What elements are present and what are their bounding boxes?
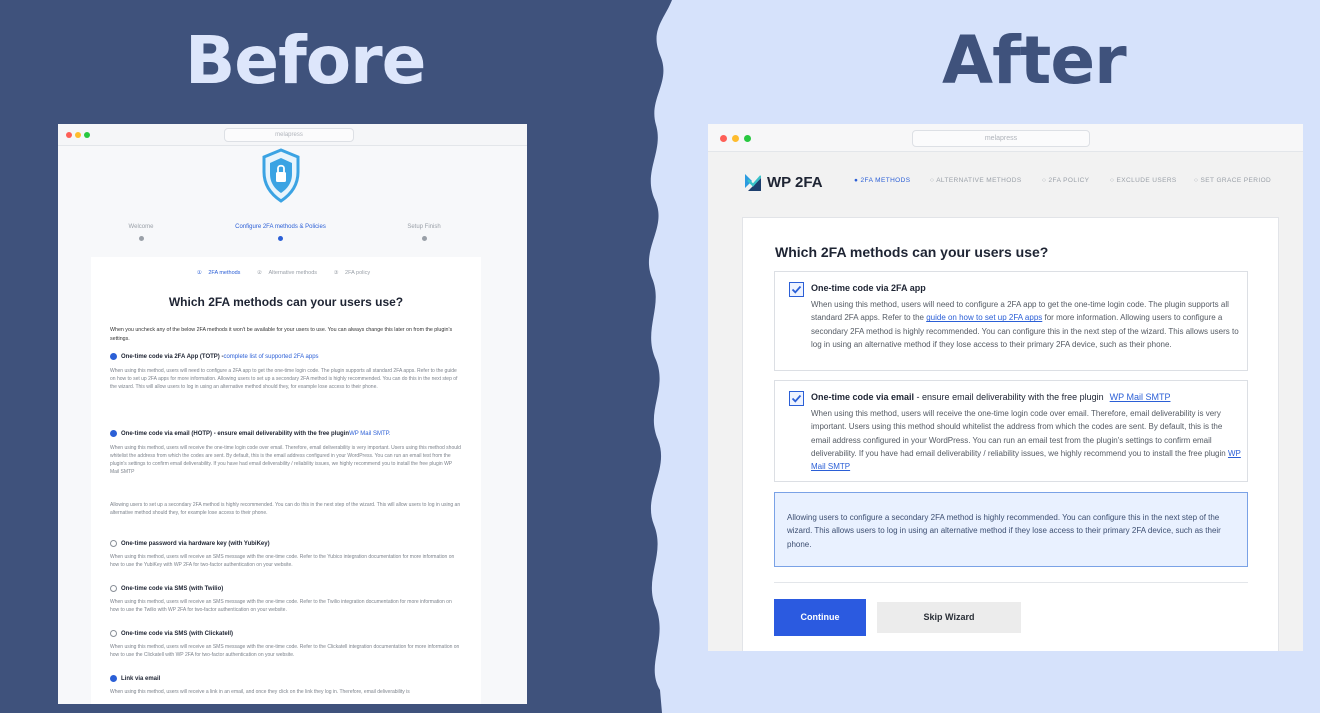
step-dot	[138, 236, 144, 241]
minimize-dot-icon[interactable]	[732, 135, 739, 142]
nav-label: EXCLUDE USERS	[1116, 177, 1177, 184]
tab-2fa-policy[interactable]: ③ 2FA policy	[334, 270, 376, 276]
checkbox-checked-icon[interactable]	[789, 282, 804, 297]
step-label: Setup Finish	[407, 224, 441, 230]
unchecked-circle-icon[interactable]	[110, 540, 117, 547]
step-dot	[421, 236, 427, 241]
nav-label: ALTERNATIVE METHODS	[936, 177, 1022, 184]
before-heading: Before	[185, 22, 426, 99]
before-option-twilio[interactable]: One-time code via SMS (with Twilio)	[110, 585, 223, 592]
before-tabs: ① 2FA methods ② Alternative methods ③ 2F…	[91, 270, 481, 276]
nav-label: SET GRACE PERIOD	[1200, 177, 1272, 184]
minimize-dot-icon[interactable]	[75, 132, 81, 138]
info-text: Allowing users to configure a secondary …	[787, 513, 1221, 549]
nav-label: 2FA METHODS	[860, 177, 911, 184]
before-secondary-note: Allowing users to set up a secondary 2FA…	[110, 502, 461, 516]
step-label: Configure 2FA methods & Policies	[235, 224, 326, 230]
option-label: Link via email	[121, 675, 161, 682]
nav-alternative-methods[interactable]: ○ ALTERNATIVE METHODS	[930, 177, 1022, 184]
step-dot	[278, 236, 283, 241]
nav-2fa-methods[interactable]: ● 2FA METHODS	[854, 177, 910, 184]
secondary-method-info-box: Allowing users to configure a secondary …	[774, 492, 1248, 567]
option-2fa-app-label: One-time code via 2FA app	[811, 283, 926, 293]
divider	[774, 582, 1248, 583]
tab-alternative-methods[interactable]: ② Alternative methods	[257, 270, 322, 276]
desc-text: When using this method, users will recei…	[811, 409, 1228, 458]
setup-guide-link[interactable]: guide on how to set up 2FA apps	[926, 313, 1042, 322]
step-setup-finish[interactable]: Setup Finish	[369, 224, 479, 241]
unchecked-circle-icon[interactable]	[110, 585, 117, 592]
tab-label: 2FA methods	[208, 270, 241, 276]
after-browser-chrome: melapress	[708, 124, 1303, 152]
supported-apps-link[interactable]: complete list of supported 2FA apps	[223, 354, 318, 360]
option-label: One-time code via email	[811, 392, 915, 402]
option-label: One-time code via SMS (with Clickatell)	[121, 630, 234, 637]
close-dot-icon[interactable]	[66, 132, 72, 138]
before-browser-chrome: melapress	[58, 124, 527, 146]
option-tail: - ensure email deliverability with the f…	[914, 392, 1104, 402]
before-option-yubikey-desc: When using this method, users will recei…	[110, 554, 455, 568]
before-title: Which 2FA methods can your users use?	[168, 295, 404, 309]
before-option-clickatell-desc: When using this method, users will recei…	[110, 644, 460, 658]
step-label: Welcome	[128, 224, 154, 230]
before-option-twilio-desc: When using this method, users will recei…	[110, 599, 452, 613]
logo-text: WP 2FA	[767, 174, 823, 191]
step-configure[interactable]: Configure 2FA methods & Policies	[208, 224, 353, 241]
option-label: One-time code via SMS (with Twilio)	[121, 585, 224, 592]
before-window: melapress Welcome Configure 2FA methods …	[58, 124, 527, 704]
before-intro: When you uncheck any of the below 2FA me…	[110, 327, 453, 342]
before-card: ① 2FA methods ② Alternative methods ③ 2F…	[91, 257, 481, 704]
unchecked-circle-icon[interactable]	[110, 630, 117, 637]
option-label: One-time code via 2FA App (TOTP) -	[121, 353, 224, 360]
tab-2fa-methods[interactable]: ① 2FA methods	[197, 270, 246, 276]
option-2fa-app[interactable]: One-time code via 2FA app When using thi…	[774, 271, 1248, 371]
checked-circle-icon[interactable]	[110, 430, 117, 437]
wp-mail-smtp-link[interactable]: WP Mail SMTP	[1110, 392, 1171, 402]
after-url-bar[interactable]: melapress	[912, 130, 1090, 147]
skip-wizard-button[interactable]: Skip Wizard	[877, 602, 1021, 633]
after-window: melapress WP 2FA ● 2FA METHODS ○ ALTERNA…	[708, 124, 1303, 651]
nav-2fa-policy[interactable]: ○ 2FA POLICY	[1042, 177, 1089, 184]
tab-label: 2FA policy	[345, 270, 371, 276]
close-dot-icon[interactable]	[720, 135, 727, 142]
before-option-clickatell[interactable]: One-time code via SMS (with Clickatell)	[110, 630, 233, 637]
shield-lock-icon	[262, 148, 300, 203]
before-option-totp[interactable]: One-time code via 2FA App (TOTP) - compl…	[110, 353, 319, 360]
before-option-link-email[interactable]: Link via email	[110, 675, 160, 682]
option-email-desc: When using this method, users will recei…	[811, 407, 1241, 473]
step-welcome[interactable]: Welcome	[86, 224, 196, 241]
before-option-hotp[interactable]: One-time code via email (HOTP) - ensure …	[110, 430, 391, 437]
continue-button[interactable]: Continue	[774, 599, 866, 636]
before-option-totp-desc: When using this method, users will need …	[110, 368, 458, 390]
option-label: One-time password via hardware key (with…	[121, 540, 270, 547]
checked-circle-icon[interactable]	[110, 353, 117, 360]
wp2fa-logo: WP 2FA	[745, 174, 823, 191]
tab-label: Alternative methods	[268, 270, 318, 276]
before-option-hotp-desc: When using this method, users will recei…	[110, 445, 461, 475]
wp2fa-logo-icon	[745, 174, 761, 191]
option-label: One-time code via email (HOTP) - ensure …	[121, 430, 350, 437]
maximize-dot-icon[interactable]	[744, 135, 751, 142]
nav-exclude-users[interactable]: ○ EXCLUDE USERS	[1110, 177, 1177, 184]
option-email-label: One-time code via email - ensure email d…	[811, 392, 1170, 402]
before-option-link-email-desc: When using this method, users will recei…	[110, 689, 410, 695]
option-email[interactable]: One-time code via email - ensure email d…	[774, 380, 1248, 482]
nav-set-grace-period[interactable]: ○ SET GRACE PERIOD	[1194, 177, 1271, 184]
maximize-dot-icon[interactable]	[84, 132, 90, 138]
checkbox-checked-icon[interactable]	[789, 391, 804, 406]
option-2fa-app-desc: When using this method, users will need …	[811, 298, 1241, 351]
after-card: Which 2FA methods can your users use? On…	[742, 217, 1279, 651]
after-heading: After	[942, 22, 1127, 99]
nav-label: 2FA POLICY	[1048, 177, 1090, 184]
wp-mail-smtp-link[interactable]: WP Mail SMTP.	[349, 431, 390, 437]
checked-circle-icon[interactable]	[110, 675, 117, 682]
after-title: Which 2FA methods can your users use?	[775, 244, 1049, 260]
before-url-bar[interactable]: melapress	[224, 128, 354, 142]
before-option-yubikey[interactable]: One-time password via hardware key (with…	[110, 540, 270, 547]
